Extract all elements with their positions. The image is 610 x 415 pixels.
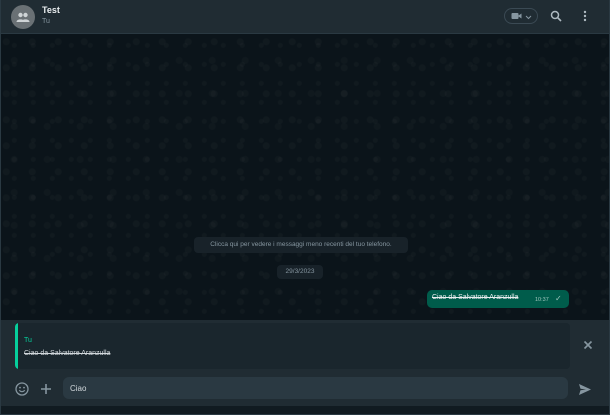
close-icon[interactable] [581,338,595,352]
chat-header: Test Tu [1,0,609,34]
plus-icon[interactable] [38,381,54,397]
message-time: 10:37 [535,297,549,303]
emoji-icon[interactable] [14,381,30,397]
chat-title[interactable]: Test [42,5,60,15]
menu-dots-icon[interactable] [578,9,592,23]
outgoing-message-bubble[interactable]: Ciao da Salvatore Aranzulla 10:37 ✓ [427,290,569,308]
message-text: Ciao da Salvatore Aranzulla [432,294,519,301]
date-separator: 29/3/2023 [277,265,323,279]
quoted-text: Ciao da Salvatore Aranzulla [24,350,111,357]
quoted-message[interactable]: Tu Ciao da Salvatore Aranzulla [15,323,570,369]
check-icon: ✓ [555,294,562,303]
chat-subtitle: Tu [42,18,50,25]
bottom-edge [1,406,609,414]
message-composer [1,372,609,406]
reply-preview-panel: Tu Ciao da Salvatore Aranzulla [1,320,609,372]
quote-accent-bar [15,323,18,369]
video-call-button[interactable] [504,8,538,24]
send-icon[interactable] [577,381,593,397]
search-icon[interactable] [549,9,563,23]
group-avatar-icon[interactable] [11,5,35,29]
video-call-icon [511,7,522,25]
chat-area[interactable]: Clicca qui per vedere i messaggi meno re… [1,34,609,320]
load-older-messages-notice[interactable]: Clicca qui per vedere i messaggi meno re… [194,237,408,253]
quoted-author: Tu [24,337,32,344]
message-input[interactable] [63,377,568,399]
chevron-down-icon [525,7,532,25]
